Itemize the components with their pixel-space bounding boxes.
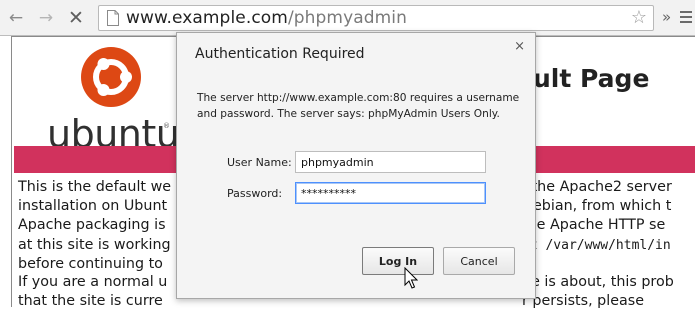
url-path: /phpmyadmin xyxy=(287,8,408,28)
text-line: ge is about, this prob xyxy=(522,274,674,290)
url-host: www.example.com xyxy=(126,8,288,28)
text-line: If you are a normal u xyxy=(18,274,168,290)
path-code: at /var/www/html/in xyxy=(522,237,671,253)
username-field[interactable] xyxy=(295,151,486,173)
text-line: before continuing to xyxy=(18,255,163,272)
star-icon[interactable]: ☆ xyxy=(631,8,647,28)
ubuntu-logo-icon xyxy=(81,47,141,107)
cancel-button[interactable]: Cancel xyxy=(443,247,515,275)
close-icon[interactable]: × xyxy=(514,39,525,54)
forward-arrow-icon[interactable]: → xyxy=(34,6,58,30)
url-text[interactable]: www.example.com/phpmyadmin xyxy=(126,8,407,28)
browser-toolbar: ← → ✕ www.example.com/phpmyadmin ☆ » xyxy=(0,0,695,36)
intro-paragraph-left: This is the default we installation on U… xyxy=(18,178,171,274)
text-line: f the Apache2 server xyxy=(522,179,672,195)
text-line: Apache packaging is xyxy=(18,217,166,234)
text-line: that the site is curre xyxy=(18,293,163,310)
auth-dialog: Authentication Required × The server htt… xyxy=(176,32,536,299)
address-bar[interactable]: www.example.com/phpmyadmin ☆ xyxy=(98,5,654,31)
menu-icon[interactable] xyxy=(680,11,692,26)
password-field[interactable] xyxy=(295,182,486,204)
dialog-message: The server http://www.example.com:80 req… xyxy=(197,92,520,120)
text-line: at this site is working xyxy=(18,236,171,253)
password-label: Password: xyxy=(227,187,283,200)
page-icon xyxy=(107,10,119,26)
second-paragraph-right: ge is about, this prob r persists, pleas… xyxy=(522,273,674,311)
login-button[interactable]: Log In xyxy=(362,247,434,275)
registered-mark: ® xyxy=(163,122,170,130)
text-line: the Apache HTTP se xyxy=(522,217,666,234)
dialog-title: Authentication Required xyxy=(195,46,365,62)
text-line: installation on Ubunt xyxy=(18,198,168,215)
mouse-cursor-icon xyxy=(404,267,418,289)
second-paragraph-left: If you are a normal u that the site is c… xyxy=(18,273,167,311)
overflow-chevron-icon[interactable]: » xyxy=(662,8,671,26)
intro-paragraph-right: f the Apache2 server Debian, from which … xyxy=(522,178,672,255)
back-arrow-icon[interactable]: ← xyxy=(4,6,28,30)
stop-icon[interactable]: ✕ xyxy=(64,6,88,30)
text-line: This is the default we xyxy=(18,179,172,195)
username-label: User Name: xyxy=(227,156,292,169)
text-line: r persists, please xyxy=(522,293,645,310)
page-heading: ult Page xyxy=(533,64,650,93)
text-line: at /var/www/html/in xyxy=(522,236,672,255)
text-line: Debian, from which t xyxy=(522,198,672,215)
